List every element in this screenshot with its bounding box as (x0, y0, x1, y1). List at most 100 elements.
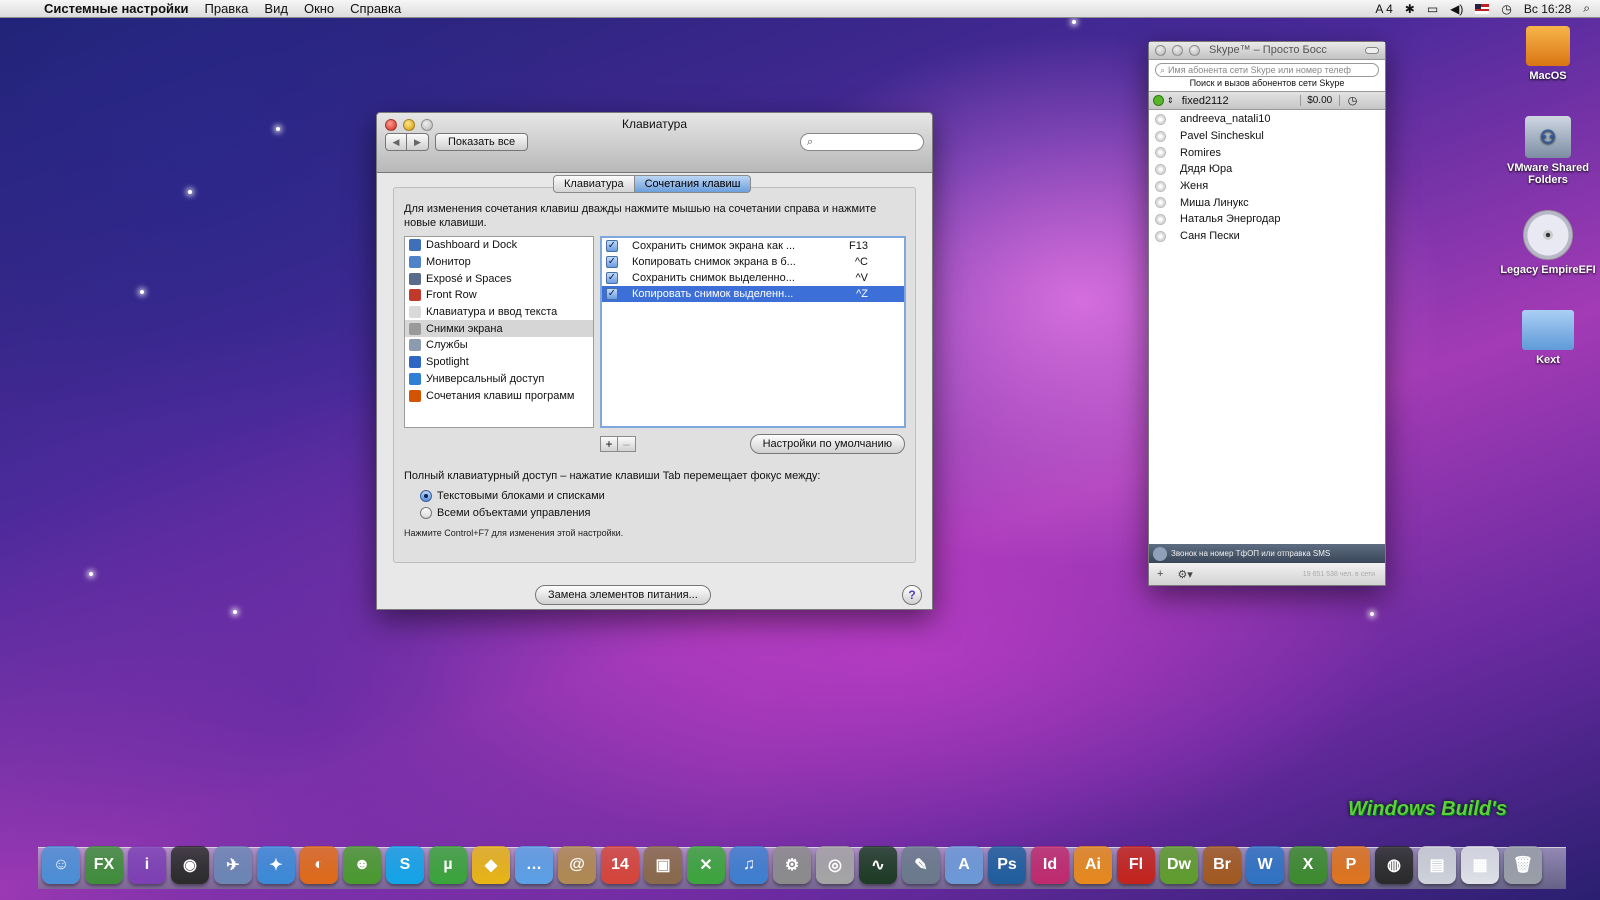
preview-icon[interactable]: ✈ (214, 846, 252, 884)
system-preferences-icon[interactable]: ⚙ (773, 846, 811, 884)
desktop-icon-legacy-empireefi[interactable]: Legacy EmpireEFI (1500, 210, 1596, 276)
downloads-stack-icon[interactable]: ▤ (1418, 846, 1456, 884)
ichat-icon[interactable]: … (515, 846, 553, 884)
skype-username[interactable]: fixed2112 (1182, 95, 1300, 107)
close-icon[interactable] (1155, 45, 1166, 56)
iphoto-icon[interactable]: ▣ (644, 846, 682, 884)
category-item[interactable]: Снимки экрана (405, 320, 593, 338)
history-clock-icon[interactable]: ◷ (1348, 94, 1358, 107)
skype-search-input[interactable]: ⌕ Имя абонента сети Skype или номер теле… (1155, 63, 1379, 77)
replace-batteries-button[interactable]: Замена элементов питания... (535, 585, 711, 605)
skype-call-phones-bar[interactable]: Звонок на номер ТфОП или отправка SMS (1149, 544, 1385, 563)
bluetooth-icon[interactable]: ✱ (1405, 2, 1415, 16)
app-store-icon[interactable]: A (945, 846, 983, 884)
itext-icon[interactable]: i (128, 846, 166, 884)
add-shortcut-button[interactable]: + (600, 436, 618, 452)
category-item[interactable]: Exposé и Spaces (405, 270, 593, 287)
activity-monitor-icon[interactable]: ∿ (859, 846, 897, 884)
contact-item[interactable]: Миша Линукс (1149, 194, 1385, 211)
tab-shortcuts[interactable]: Сочетания клавиш (634, 175, 752, 193)
photoshop-icon[interactable]: Ps (988, 846, 1026, 884)
indesign-icon[interactable]: Id (1031, 846, 1069, 884)
dvd-player-icon[interactable]: ◍ (1375, 846, 1413, 884)
address-book-icon[interactable]: @ (558, 846, 596, 884)
xbmc-icon[interactable]: ✕ (687, 846, 725, 884)
tab-keyboard[interactable]: Клавиатура (553, 175, 635, 193)
menu-app-name[interactable]: Системные настройки (36, 1, 197, 16)
finder-icon[interactable]: ☺ (42, 846, 80, 884)
menu-window[interactable]: Окно (296, 1, 342, 16)
add-contact-button[interactable]: + (1157, 568, 1163, 580)
shortcut-checkbox[interactable]: ✓ (606, 256, 618, 268)
contact-item[interactable]: Romires (1149, 144, 1385, 161)
dashboard-icon[interactable]: ◉ (171, 846, 209, 884)
category-item[interactable]: Front Row (405, 287, 593, 304)
illustrator-icon[interactable]: Ai (1074, 846, 1112, 884)
powerpoint-icon[interactable]: P (1332, 846, 1370, 884)
display-icon[interactable]: ▭ (1427, 2, 1438, 16)
category-item[interactable]: Spotlight (405, 354, 593, 371)
shortcut-key[interactable]: ^V (818, 272, 869, 284)
disk-utility-icon[interactable]: ◎ (816, 846, 854, 884)
word-icon[interactable]: W (1246, 846, 1284, 884)
category-item[interactable]: Универсальный доступ (405, 371, 593, 388)
input-indicator[interactable]: A 4 (1375, 2, 1392, 16)
desktop-icon-kext[interactable]: Kext (1500, 310, 1596, 366)
shortcut-checkbox[interactable]: ✓ (606, 288, 618, 300)
skype-titlebar[interactable]: Skype™ – Просто Босс (1149, 42, 1385, 60)
category-item[interactable]: Монитор (405, 254, 593, 271)
radio-button[interactable] (420, 507, 432, 519)
contact-item[interactable]: Дядя Юра (1149, 161, 1385, 178)
shortcut-row[interactable]: ✓ Копировать снимок экрана в б... ^C (602, 254, 904, 270)
shortcut-checkbox[interactable]: ✓ (606, 272, 618, 284)
radio-button-selected[interactable] (420, 490, 432, 502)
shortcut-row[interactable]: ✓ Сохранить снимок экрана как ... F13 (602, 238, 904, 254)
desktop-icon-macos[interactable]: MacOS (1500, 26, 1596, 82)
radio-all-controls[interactable]: Всеми объектами управления (420, 507, 591, 519)
back-arrow-icon[interactable]: ◀ (385, 133, 407, 151)
cyberduck-icon[interactable]: ◆ (472, 846, 510, 884)
input-source-flag-icon[interactable] (1475, 3, 1490, 14)
skype-icon[interactable]: S (386, 846, 424, 884)
trash-icon[interactable]: 🗑 (1504, 846, 1542, 884)
ical-icon[interactable]: 14 (601, 846, 639, 884)
volume-icon[interactable]: ◀) (1450, 2, 1463, 16)
contact-item[interactable]: andreeva_natali10 (1149, 111, 1385, 128)
shortcut-checkbox[interactable]: ✓ (606, 240, 618, 252)
show-all-button[interactable]: Показать все (435, 133, 529, 151)
shortcut-key[interactable]: ^Z (818, 288, 868, 300)
flash-icon[interactable]: Fl (1117, 846, 1155, 884)
search-input[interactable]: ⌕ (800, 133, 924, 151)
adium-icon[interactable]: ☻ (343, 846, 381, 884)
safari-icon[interactable]: ✦ (257, 846, 295, 884)
remove-shortcut-button[interactable]: – (618, 436, 636, 452)
documents-stack-icon[interactable]: ▦ (1461, 846, 1499, 884)
dreamweaver-icon[interactable]: Dw (1160, 846, 1198, 884)
help-button[interactable]: ? (902, 585, 922, 605)
contact-item[interactable]: Женя (1149, 178, 1385, 195)
utorrent-icon[interactable]: µ (429, 846, 467, 884)
minimize-icon[interactable] (1172, 45, 1183, 56)
bridge-icon[interactable]: Br (1203, 846, 1241, 884)
window-titlebar[interactable]: Клавиатура ◀ ▶ Показать все ⌕ (377, 113, 932, 173)
zoom-icon[interactable] (1189, 45, 1200, 56)
category-list[interactable]: Dashboard и Dock Монитор Exposé и Spaces Fr… (404, 236, 594, 428)
online-status-icon[interactable] (1153, 95, 1164, 106)
desktop-icon-vmware[interactable]: ⚇ VMware Shared Folders (1500, 116, 1596, 186)
contact-item[interactable]: Pavel Sincheskul (1149, 128, 1385, 145)
category-item[interactable]: Сочетания клавиш программ (405, 387, 593, 404)
menubar-clock[interactable]: Вс 16:28 (1524, 2, 1571, 16)
category-item[interactable]: Клавиатура и ввод текста (405, 304, 593, 321)
forward-arrow-icon[interactable]: ▶ (407, 133, 429, 151)
status-dropdown-icon[interactable]: ⇕ (1167, 96, 1174, 105)
category-item[interactable]: Службы (405, 337, 593, 354)
spotlight-menu-icon[interactable]: ⌕ (1583, 1, 1590, 16)
gear-menu-icon[interactable]: ⚙▾ (1177, 568, 1192, 581)
category-item[interactable]: Dashboard и Dock (405, 237, 593, 254)
excel-icon[interactable]: X (1289, 846, 1327, 884)
fx-app-icon[interactable]: FX (85, 846, 123, 884)
shortcut-row[interactable]: ✓ Копировать снимок выделенн... ^Z (602, 286, 904, 302)
shortcut-list[interactable]: ✓ Сохранить снимок экрана как ... F13 ✓ Копи… (600, 236, 906, 428)
shortcut-row[interactable]: ✓ Сохранить снимок выделенно... ^V (602, 270, 904, 286)
skype-balance[interactable]: $0.00 (1299, 95, 1340, 106)
